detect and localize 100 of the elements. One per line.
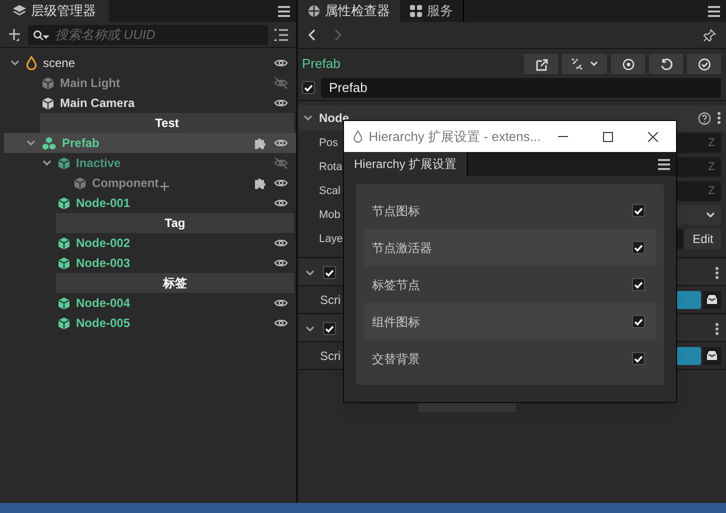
- setting-label: 组件图标: [372, 314, 420, 330]
- property-label: Pos: [319, 136, 338, 151]
- checkbox[interactable]: [323, 322, 336, 335]
- checkbox[interactable]: [302, 81, 315, 94]
- property-label: Laye: [319, 232, 343, 247]
- tree-row[interactable]: Node-001: [0, 193, 296, 213]
- tag-header: Tag: [56, 213, 294, 233]
- inbox-icon: [706, 350, 718, 361]
- eye-icon[interactable]: [274, 58, 288, 68]
- toolbar-button[interactable]: [649, 54, 683, 74]
- node-label: Node-001: [76, 195, 130, 212]
- panel-tab[interactable]: 属性检查器: [298, 0, 400, 22]
- eye-icon[interactable]: [274, 298, 288, 308]
- checkbox[interactable]: [632, 278, 645, 291]
- more-icon[interactable]: [715, 322, 719, 334]
- layers-icon: [13, 5, 26, 17]
- expand-icon[interactable]: [303, 113, 313, 123]
- toolbar-button[interactable]: [611, 54, 645, 74]
- toolbar-button[interactable]: [687, 54, 721, 74]
- node-label: Node-002: [76, 235, 130, 252]
- panel-tab[interactable]: Hierarchy 扩展设置: [344, 152, 468, 176]
- cube-icon: [74, 176, 86, 190]
- toolbar-button[interactable]: [562, 54, 607, 74]
- tree-row[interactable]: Inactive: [0, 153, 296, 173]
- open-icon: [534, 58, 548, 70]
- eye-off-icon[interactable]: [274, 157, 288, 169]
- cubes-icon: [42, 136, 56, 150]
- node-label: Node-005: [76, 315, 130, 332]
- node-label: Node-003: [76, 255, 130, 272]
- tree-row[interactable]: scene: [0, 53, 296, 73]
- node-label: scene: [43, 55, 76, 72]
- expand-icon[interactable]: [305, 268, 315, 278]
- menu-icon[interactable]: [708, 6, 720, 16]
- cube-icon: [42, 96, 54, 110]
- node-label: Main Camera: [60, 95, 135, 112]
- unlink-icon: [571, 58, 584, 70]
- menu-icon[interactable]: [658, 158, 670, 170]
- tree-row[interactable]: Main Light: [0, 73, 296, 93]
- checkbox[interactable]: [632, 204, 645, 217]
- check-circle-icon: [698, 58, 710, 70]
- tree-row[interactable]: Prefab: [4, 133, 296, 153]
- node-label: Component: [92, 175, 159, 192]
- edit-button[interactable]: Edit: [685, 229, 721, 249]
- cube-icon: [58, 256, 70, 270]
- tree-row[interactable]: Node-005: [0, 313, 296, 333]
- eye-icon[interactable]: [274, 138, 288, 148]
- tree-row[interactable]: Main Camera: [0, 93, 296, 113]
- property-label: Rota: [319, 160, 342, 175]
- collapse-list-icon[interactable]: [274, 28, 288, 40]
- minimize-icon: [558, 136, 568, 137]
- panel-tab[interactable]: 层级管理器: [0, 0, 109, 22]
- target-icon: [622, 58, 634, 70]
- menu-icon[interactable]: [278, 6, 290, 16]
- expand-icon[interactable]: [42, 158, 52, 168]
- setting-label: 标签节点: [372, 276, 420, 294]
- name-field[interactable]: Prefab: [321, 78, 721, 98]
- droplet-icon: [26, 56, 37, 70]
- setting-label: 节点激活器: [372, 240, 432, 256]
- eye-icon[interactable]: [274, 238, 288, 248]
- checkbox[interactable]: [632, 352, 645, 365]
- eye-icon[interactable]: [274, 318, 288, 328]
- toolbar-button[interactable]: [524, 54, 558, 74]
- node-label: Main Light: [60, 75, 120, 92]
- more-icon[interactable]: [717, 112, 721, 124]
- eye-off-icon[interactable]: [274, 77, 288, 89]
- search-field[interactable]: 搜索名称或 UUID: [28, 24, 268, 44]
- eye-icon[interactable]: [274, 198, 288, 208]
- tree-row[interactable]: Node-004: [0, 293, 296, 313]
- eye-icon[interactable]: [274, 178, 288, 188]
- droplet-icon: [353, 130, 363, 143]
- property-label: Mob: [319, 208, 340, 223]
- lock-button[interactable]: [703, 290, 721, 308]
- checkbox[interactable]: [323, 266, 336, 279]
- help-icon[interactable]: [698, 112, 711, 124]
- caret-icon: [590, 61, 598, 67]
- tree-row[interactable]: Node-003: [0, 253, 296, 273]
- checkbox[interactable]: [632, 315, 645, 328]
- eye-icon[interactable]: [274, 98, 288, 108]
- property-label: Scri: [320, 348, 341, 364]
- tree-row[interactable]: Component: [0, 173, 296, 193]
- asset-label: Prefab: [302, 55, 340, 74]
- tag-header: Test: [40, 113, 294, 133]
- expand-icon[interactable]: [26, 138, 36, 148]
- tag-header: 标签: [56, 273, 294, 293]
- search-icon: [33, 30, 49, 40]
- window-title: Hierarchy 扩展设置 - extens...: [368, 128, 541, 146]
- expand-icon[interactable]: [305, 324, 315, 334]
- add-icon[interactable]: [8, 28, 22, 42]
- node-label: Inactive: [76, 155, 121, 172]
- inbox-icon: [706, 294, 718, 305]
- checkbox[interactable]: [632, 241, 645, 254]
- cube-icon: [58, 316, 70, 330]
- more-icon[interactable]: [715, 266, 719, 278]
- pin-icon[interactable]: [703, 28, 716, 42]
- back-icon[interactable]: [308, 29, 316, 41]
- eye-icon[interactable]: [274, 258, 288, 268]
- cube-icon: [42, 76, 54, 90]
- expand-icon[interactable]: [10, 58, 20, 68]
- tree-row[interactable]: Node-002: [0, 233, 296, 253]
- lock-button[interactable]: [703, 346, 721, 364]
